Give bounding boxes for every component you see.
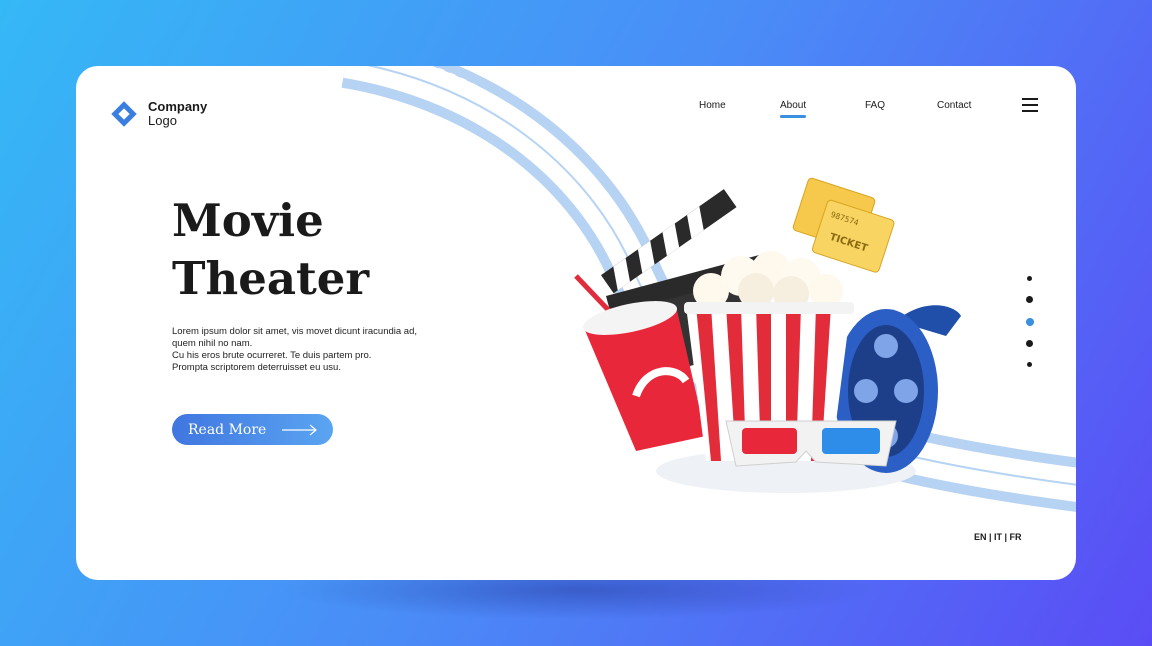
description-line: Prompta scriptorem deterruisset eu usu. (172, 362, 341, 373)
title-line-movie: Movie (172, 194, 324, 247)
page-title: Movie Theater (172, 192, 472, 308)
arrow-right-icon (282, 424, 318, 435)
description-line: quem nihil no nam. (172, 338, 253, 349)
pagination-dot[interactable] (1027, 276, 1032, 281)
description-line: Lorem ipsum dolor sit amet, vis movet di… (172, 326, 417, 337)
read-more-label: Read More (188, 421, 267, 438)
pagination-dot[interactable] (1026, 340, 1033, 347)
language-switcher[interactable]: EN | IT | FR (974, 532, 1022, 542)
nav-item-home[interactable]: Home (699, 100, 726, 111)
pagination-dot-active[interactable] (1026, 318, 1034, 326)
landing-card: Company Logo Home About FAQ Contact Movi… (76, 66, 1076, 580)
top-navigation: Home About FAQ Contact (76, 100, 1076, 124)
hero-description: Lorem ipsum dolor sit amet, vis movet di… (172, 326, 472, 374)
pagination-dot[interactable] (1026, 296, 1033, 303)
cinema-illustration: 987574 TICKET (574, 177, 961, 493)
read-more-button[interactable]: Read More (172, 414, 333, 445)
hamburger-menu-icon[interactable] (1022, 98, 1038, 112)
nav-item-contact[interactable]: Contact (937, 100, 971, 111)
title-line-theater: Theater (172, 252, 370, 305)
description-line: Cu his eros brute ocurreret. Te duis par… (172, 350, 372, 361)
nav-item-about[interactable]: About (780, 100, 807, 118)
nav-item-faq[interactable]: FAQ (865, 100, 885, 111)
pagination-dot[interactable] (1027, 362, 1032, 367)
